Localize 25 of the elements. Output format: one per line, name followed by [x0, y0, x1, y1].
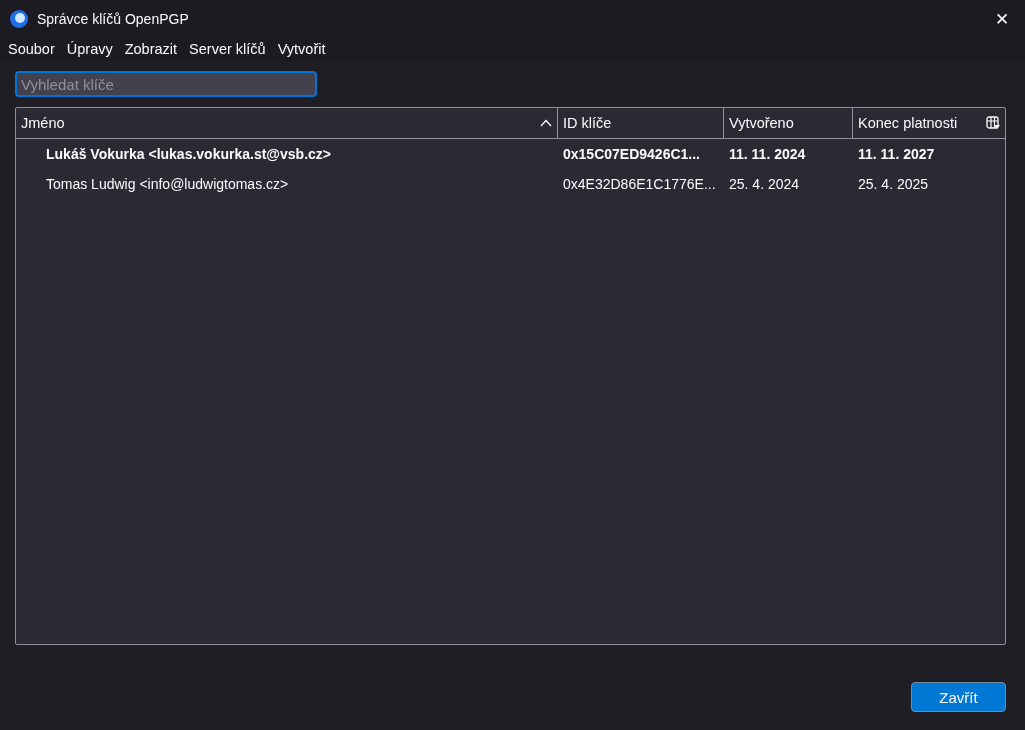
menu-item[interactable]: Úpravy: [60, 41, 119, 57]
menu-item[interactable]: Vytvořit: [271, 41, 332, 57]
column-header[interactable]: Vytvořeno: [729, 115, 847, 131]
menu-item[interactable]: Server klíčů: [183, 41, 272, 57]
menu-item[interactable]: Zobrazit: [118, 41, 184, 57]
close-button[interactable]: ✕: [979, 0, 1025, 37]
table-cell-text: 25. 4. 2024: [728, 176, 801, 192]
menu-item[interactable]: Soubor: [2, 41, 61, 57]
table-cell-text: 25. 4. 2025: [857, 176, 930, 192]
table-cell-text: Lukáš Vokurka <lukas.vokurka.st@vsb.cz>: [45, 146, 332, 162]
table-row[interactable]: Tomas Ludwig <info@ludwigtomas.cz> 0x4E32D86E1C1776E... 25. 4. 2024 25. 4. 2025: [16, 169, 1005, 199]
column-header[interactable]: ID klíče: [563, 115, 718, 131]
table-cell-text: 0x15C07ED9426C1...: [562, 146, 701, 162]
table-cell-text: 11. 11. 2024: [728, 146, 807, 162]
table-cell-text: 0x4E32D86E1C1776E...: [562, 176, 717, 192]
app-logo-icon: [9, 8, 29, 29]
table-cell-text: 11. 11. 2027: [857, 146, 936, 162]
column-header[interactable]: Jméno: [21, 115, 534, 131]
column-header[interactable]: Konec platnosti: [858, 115, 980, 131]
window-title: Správce klíčů OpenPGP: [37, 10, 190, 27]
search-field[interactable]: Vyhledat klíče: [15, 71, 317, 97]
table-row[interactable]: Lukáš Vokurka <lukas.vokurka.st@vsb.cz> 0x15C07ED9426C1... 11. 11. 2024 11. 11. 2027: [16, 139, 1005, 169]
close-dialog-button[interactable]: Zavřít: [911, 682, 1006, 712]
table-cell-text: Tomas Ludwig <info@ludwigtomas.cz>: [45, 176, 290, 192]
column-picker-icon[interactable]: [986, 116, 1000, 130]
